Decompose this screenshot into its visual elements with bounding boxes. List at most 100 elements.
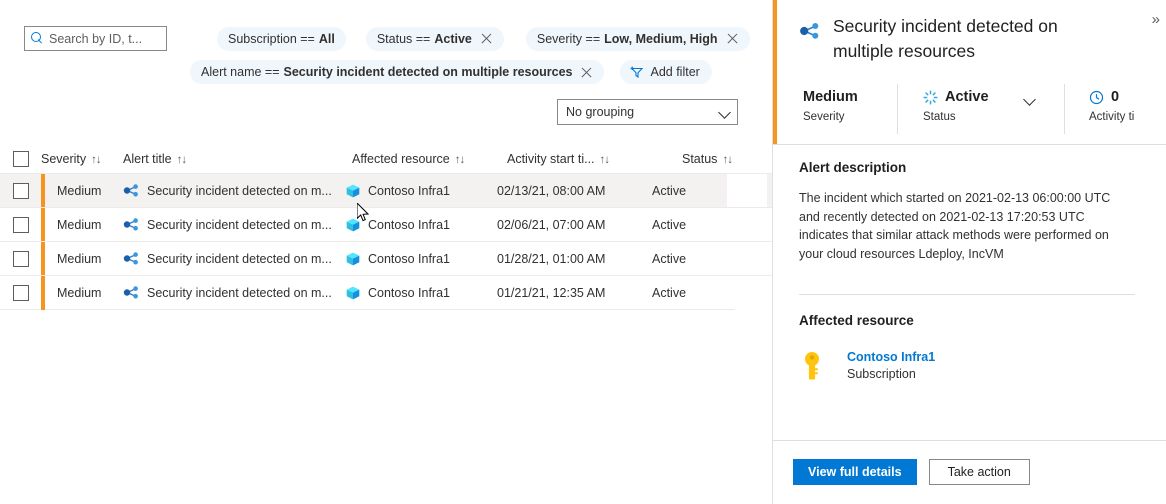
filter-pill-subscription[interactable]: Subscription == All — [217, 27, 346, 51]
column-header-activity-start-time[interactable]: Activity start ti... ↑↓ — [507, 152, 682, 166]
row-checkbox[interactable] — [13, 217, 29, 233]
cell-affected-resource-text: Contoso Infra1 — [368, 218, 450, 232]
grouping-select[interactable]: No grouping — [557, 99, 738, 125]
cell-alert-title-text: Security incident detected on m... — [147, 218, 332, 232]
resource-cube-icon — [345, 217, 361, 233]
cell-alert-title-text: Security incident detected on m... — [147, 286, 332, 300]
incident-icon — [123, 216, 140, 233]
filter-pill-status-close-icon[interactable] — [480, 32, 493, 45]
column-header-affected-resource[interactable]: Affected resource ↑↓ — [352, 152, 507, 166]
cell-status: Active — [652, 252, 727, 266]
cell-affected-resource-text: Contoso Infra1 — [368, 286, 450, 300]
alerts-table: Severity ↑↓ Alert title ↑↓ Affected resour… — [0, 145, 772, 310]
cell-alert-title[interactable]: Security incident detected on m... — [123, 284, 345, 301]
cell-affected-resource[interactable]: Contoso Infra1 — [345, 285, 497, 301]
filter-pill-alert-name-value: Security incident detected on multiple r… — [284, 65, 573, 79]
add-filter-button[interactable]: Add filter — [620, 60, 711, 84]
table-row[interactable]: Medium Security incident detected on m..… — [0, 275, 772, 309]
expand-panel-icon[interactable]: » — [1152, 12, 1158, 27]
filter-row-secondary: Alert name == Security incident detected… — [0, 51, 772, 84]
cell-affected-resource-text: Contoso Infra1 — [368, 252, 450, 266]
column-header-alert-title[interactable]: Alert title ↑↓ — [123, 152, 352, 166]
add-filter-label: Add filter — [650, 65, 699, 79]
stat-activity-time: 0 Activity ti — [1064, 84, 1164, 134]
cell-alert-title[interactable]: Security incident detected on m... — [123, 250, 345, 267]
sort-icon[interactable]: ↑↓ — [600, 154, 610, 166]
alert-description-text: The incident which started on 2021-02-13… — [799, 189, 1131, 263]
resource-cube-icon — [345, 285, 361, 301]
view-full-details-button[interactable]: View full details — [793, 459, 917, 485]
filter-pill-severity-close-icon[interactable] — [726, 32, 739, 45]
sort-icon[interactable]: ↑↓ — [177, 154, 187, 166]
incident-icon — [123, 182, 140, 199]
filter-pill-status-value: Active — [434, 32, 472, 46]
search-input[interactable] — [49, 32, 161, 46]
cell-status: Active — [652, 286, 727, 300]
cell-activity-start-time: 01/21/21, 12:35 AM — [497, 286, 652, 300]
filter-pill-alert-name-label: Alert name == — [201, 65, 280, 79]
row-checkbox-cell — [0, 183, 41, 199]
filter-pill-severity-value: Low, Medium, High — [604, 32, 717, 46]
filter-pill-severity[interactable]: Severity == Low, Medium, High — [526, 27, 750, 51]
column-header-activity-start-time-label: Activity start ti... — [507, 152, 595, 166]
stat-status-value-row: Active — [923, 87, 1064, 107]
affected-resource-type: Subscription — [847, 367, 935, 381]
column-header-severity[interactable]: Severity ↑↓ — [41, 152, 123, 166]
panel-divider — [773, 440, 1166, 441]
sort-icon[interactable]: ↑↓ — [722, 154, 732, 166]
sort-icon[interactable]: ↑↓ — [455, 154, 465, 166]
row-checkbox-cell — [0, 285, 41, 301]
search-box[interactable] — [24, 26, 167, 51]
row-trailing-space — [727, 174, 767, 208]
alert-description-section: Alert description The incident which sta… — [799, 160, 1135, 263]
grouping-control[interactable]: No grouping — [557, 99, 738, 125]
table-row[interactable]: Medium Security incident detected on m..… — [0, 241, 772, 275]
panel-title: Security incident detected on multiple r… — [833, 14, 1085, 64]
row-trailing-space — [727, 276, 767, 310]
cell-alert-title[interactable]: Security incident detected on m... — [123, 182, 345, 199]
add-filter-icon — [629, 65, 645, 79]
filter-bar: Subscription == All Status == Active Sev… — [0, 0, 772, 84]
row-checkbox[interactable] — [13, 183, 29, 199]
stat-status-value: Active — [945, 89, 989, 105]
table-row[interactable]: Medium Security incident detected on m..… — [0, 173, 772, 207]
column-header-affected-resource-label: Affected resource — [352, 152, 450, 166]
cell-severity: Medium — [45, 184, 123, 198]
sort-icon[interactable]: ↑↓ — [91, 154, 101, 166]
cell-severity: Medium — [45, 286, 123, 300]
panel-divider — [799, 294, 1135, 295]
row-checkbox-cell — [0, 251, 41, 267]
panel-header: Security incident detected on multiple r… — [773, 0, 1166, 78]
cell-affected-resource[interactable]: Contoso Infra1 — [345, 251, 497, 267]
affected-resource-heading: Affected resource — [799, 313, 1135, 328]
affected-resource-section: Affected resource Contoso Infra1 Subscri… — [799, 313, 1135, 381]
row-checkbox[interactable] — [13, 285, 29, 301]
filter-pill-subscription-value: All — [319, 32, 335, 46]
stat-severity: Medium Severity — [777, 84, 897, 123]
panel-footer: View full details Take action — [793, 459, 1030, 485]
cell-severity: Medium — [45, 252, 123, 266]
filter-pill-severity-label: Severity == — [537, 32, 600, 46]
row-checkbox[interactable] — [13, 251, 29, 267]
select-all-checkbox[interactable] — [13, 151, 29, 167]
affected-resource-item[interactable]: Contoso Infra1 Subscription — [799, 350, 1135, 381]
column-header-status[interactable]: Status↑↓ — [682, 152, 732, 166]
table-row[interactable]: Medium Security incident detected on m..… — [0, 207, 772, 241]
stat-status[interactable]: Active Status — [897, 84, 1064, 134]
cell-affected-resource[interactable]: Contoso Infra1 — [345, 217, 497, 233]
cell-alert-title[interactable]: Security incident detected on m... — [123, 216, 345, 233]
filter-pill-alert-name-close-icon[interactable] — [580, 66, 593, 79]
affected-resource-link[interactable]: Contoso Infra1 — [847, 350, 935, 364]
select-all-checkbox-cell — [0, 151, 41, 167]
take-action-button[interactable]: Take action — [929, 459, 1030, 485]
cell-affected-resource[interactable]: Contoso Infra1 — [345, 183, 497, 199]
column-header-alert-title-label: Alert title — [123, 152, 172, 166]
panel-divider — [773, 144, 1166, 145]
filter-pill-status[interactable]: Status == Active — [366, 27, 504, 51]
stat-status-label: Status — [923, 111, 1064, 123]
cell-alert-title-text: Security incident detected on m... — [147, 184, 332, 198]
column-header-severity-label: Severity — [41, 152, 86, 166]
row-trailing-space — [727, 242, 767, 276]
filter-pill-alert-name[interactable]: Alert name == Security incident detected… — [190, 60, 604, 84]
cell-activity-start-time: 02/13/21, 08:00 AM — [497, 184, 652, 198]
